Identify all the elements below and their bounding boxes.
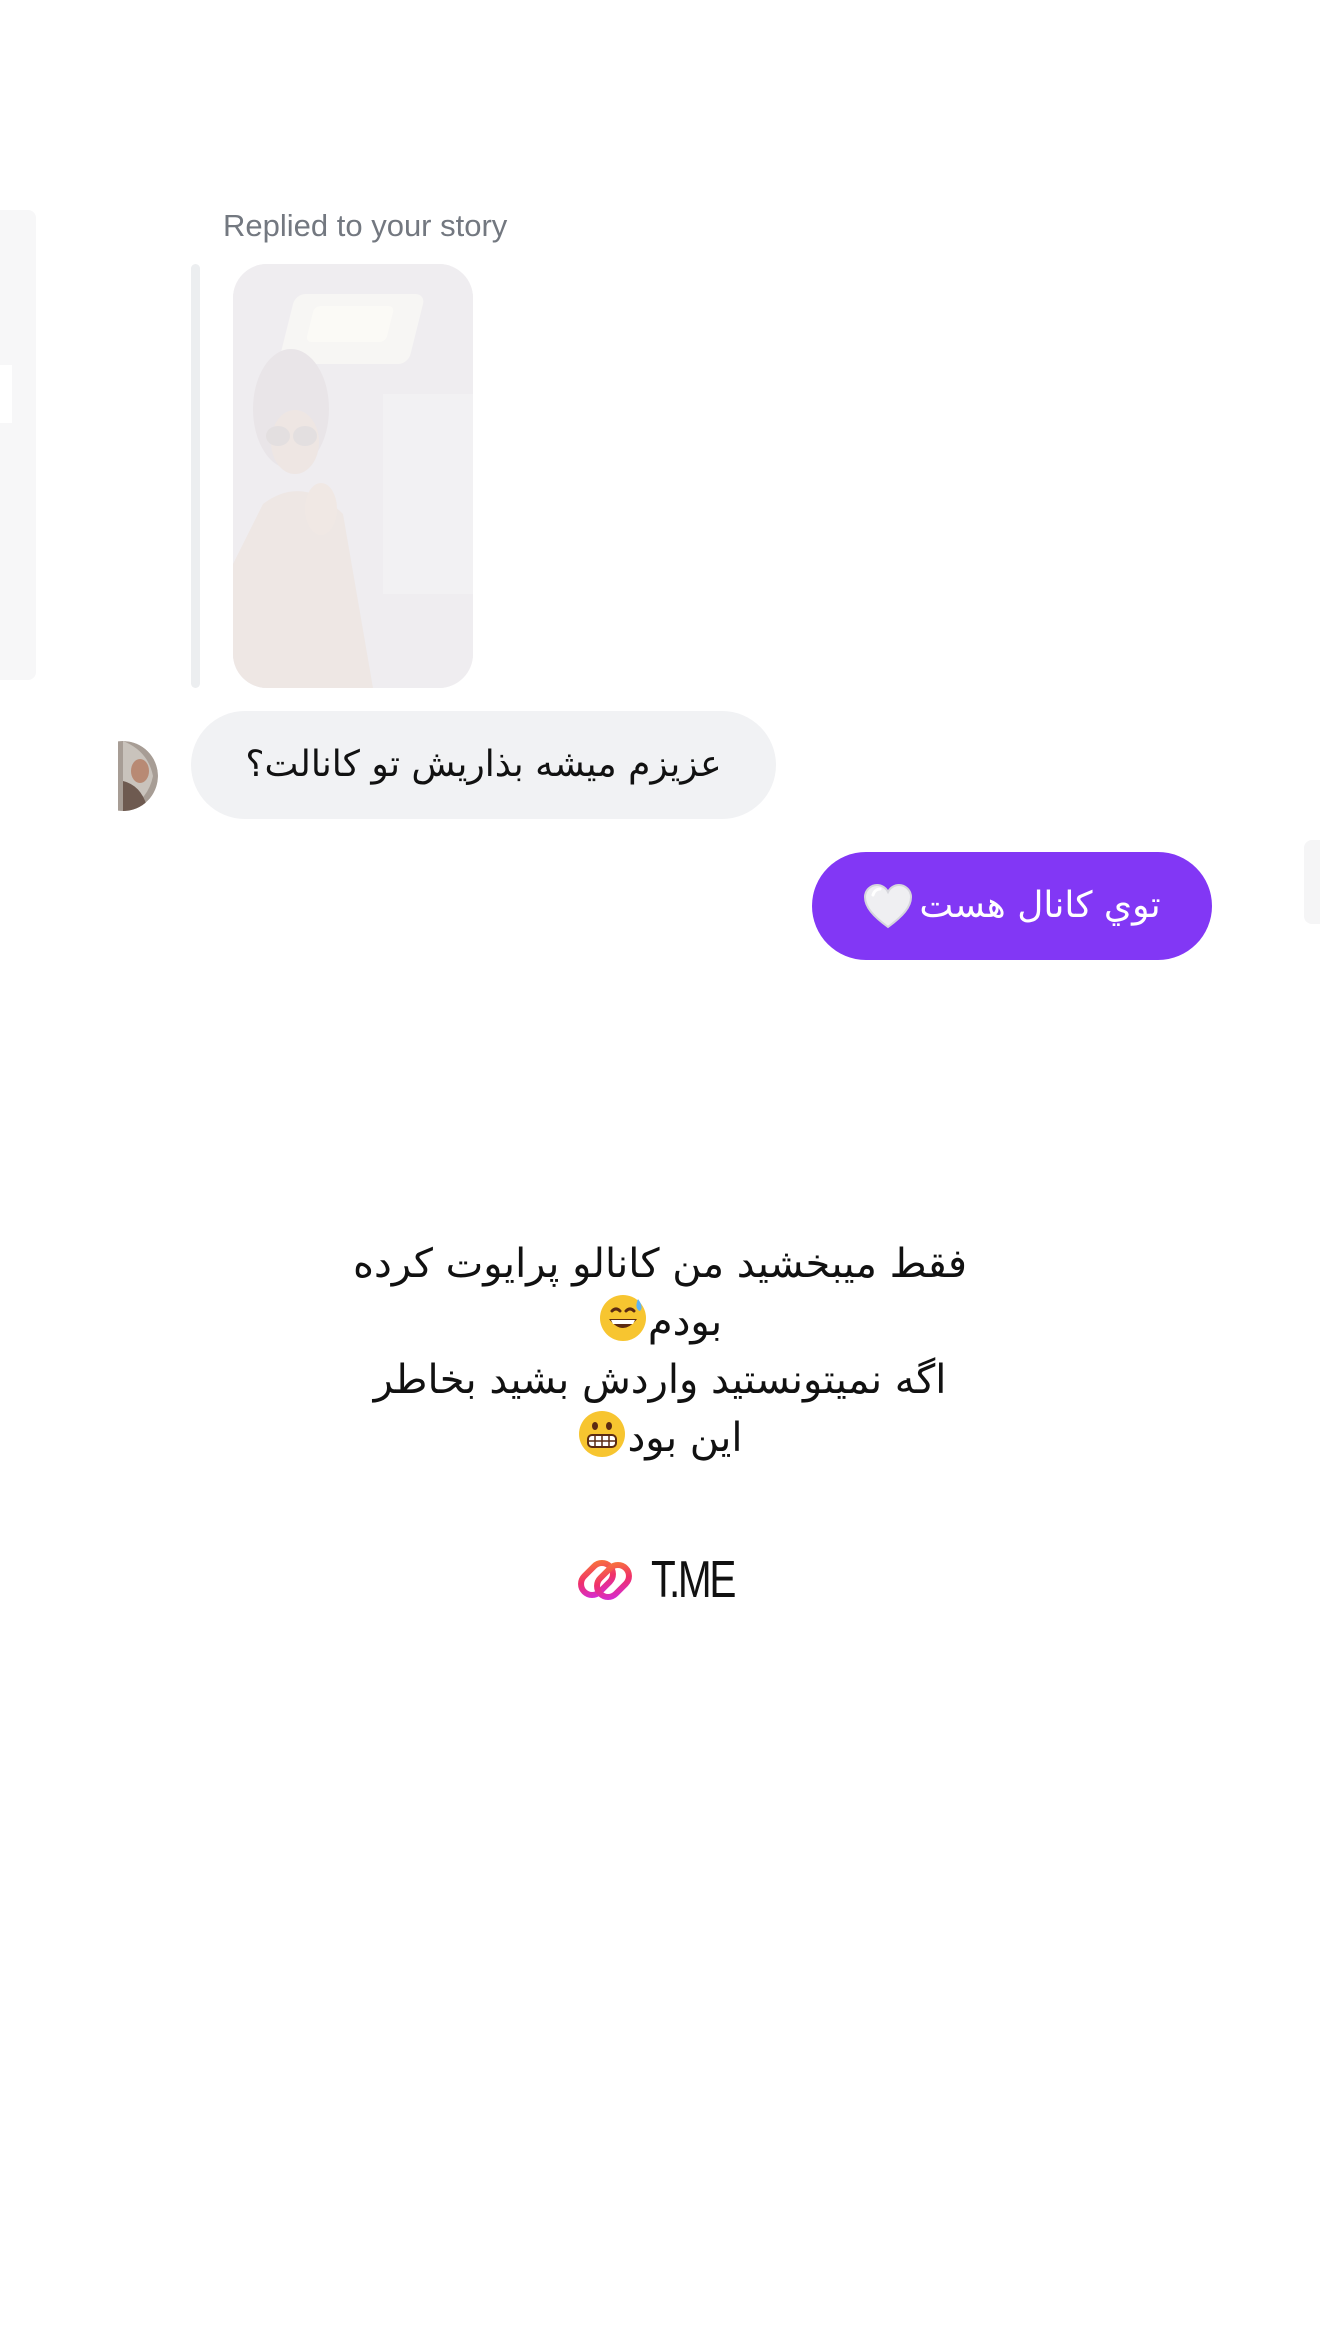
story-thumbnail[interactable] bbox=[233, 264, 473, 688]
incoming-message-bubble[interactable]: عزیزم میشه بذاریش تو کانالت؟ bbox=[191, 711, 776, 819]
grimacing-emoji bbox=[577, 1409, 627, 1459]
caption-line-2: بودم bbox=[300, 1293, 1020, 1351]
sender-avatar[interactable] bbox=[118, 741, 158, 811]
caption-line-1: فقط میبخشید من کانالو پرایوت کرده bbox=[353, 1241, 967, 1287]
story-text-caption: فقط میبخشید من کانالو پرایوت کرده بودم ا… bbox=[300, 1235, 1020, 1467]
link-sticker[interactable]: T.ME bbox=[573, 1545, 757, 1615]
outgoing-message-text: توي كانال هست bbox=[919, 885, 1161, 926]
background-fragment-left bbox=[0, 210, 36, 680]
story-reply-caption: Replied to your story bbox=[223, 208, 508, 243]
caption-line-3: اگه نمیتونستید واردش بشید بخاطر bbox=[373, 1357, 947, 1403]
background-fragment-right bbox=[1304, 840, 1320, 924]
white-heart-icon bbox=[863, 883, 913, 929]
grinning-sweat-emoji bbox=[598, 1293, 648, 1343]
link-label: T.ME bbox=[651, 1551, 736, 1609]
caption-line-2-text: بودم bbox=[647, 1299, 723, 1345]
background-fragment-notch bbox=[0, 365, 12, 423]
caption-line-4: این بود bbox=[300, 1409, 1020, 1467]
caption-line-4-text: این بود bbox=[627, 1415, 743, 1461]
link-icon bbox=[573, 1548, 637, 1612]
avatar-image bbox=[118, 741, 158, 811]
outgoing-message-bubble[interactable]: توي كانال هست bbox=[812, 852, 1212, 960]
reply-indicator-bar bbox=[191, 264, 200, 688]
incoming-message-text: عزیزم میشه بذاریش تو کانالت؟ bbox=[245, 744, 722, 785]
story-image bbox=[233, 264, 473, 688]
